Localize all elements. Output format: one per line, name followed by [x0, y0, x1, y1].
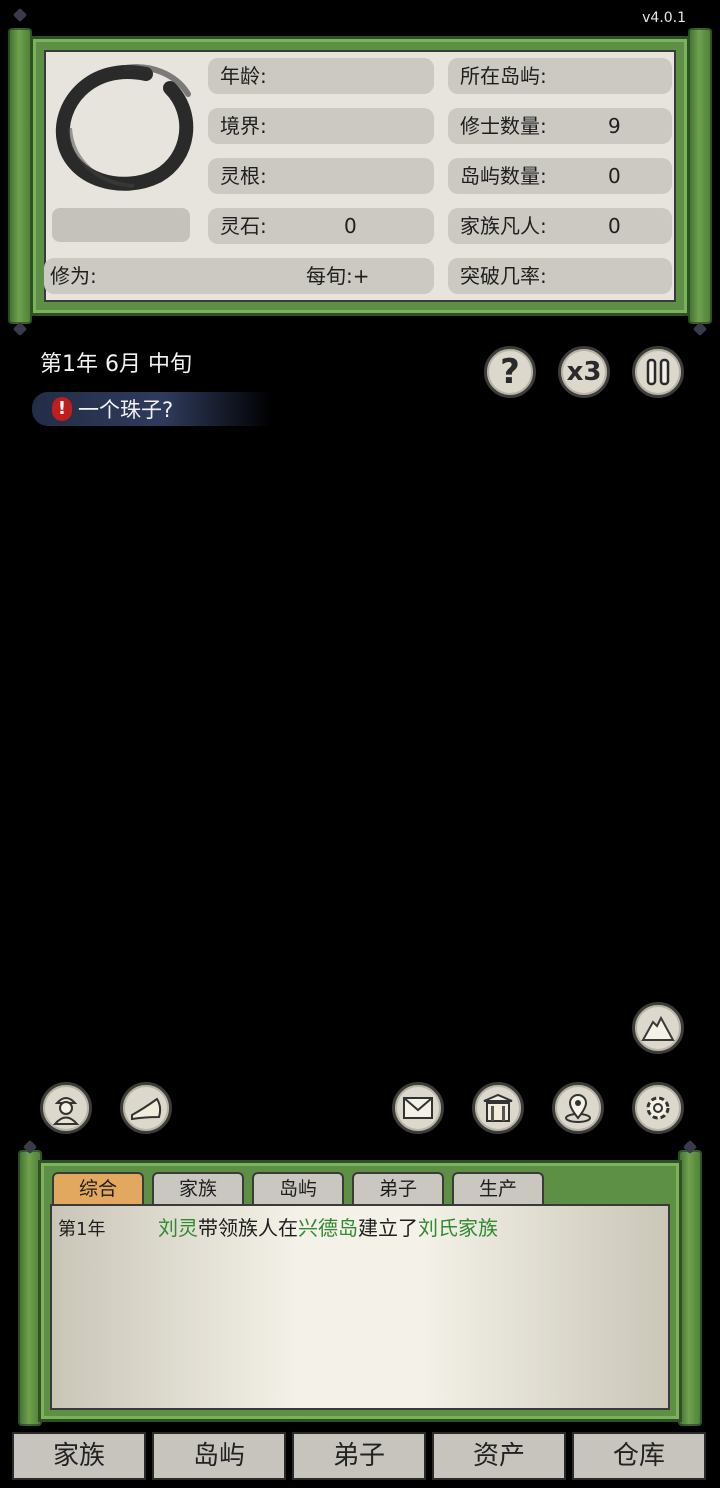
- rod-knob: [692, 321, 708, 337]
- scroll-rod-right: [688, 28, 712, 324]
- stat-spirit-stone-value: 0: [344, 214, 357, 238]
- pause-button[interactable]: [632, 346, 684, 398]
- stat-age: 年龄:: [208, 58, 434, 94]
- log-year: 第1年: [58, 1219, 106, 1240]
- horn-button[interactable]: [120, 1082, 172, 1134]
- avatar-ink-circle[interactable]: [50, 58, 196, 198]
- merchant-icon: [52, 1097, 80, 1125]
- question-icon: ?: [500, 352, 520, 392]
- mail-button[interactable]: [392, 1082, 444, 1134]
- nav-family[interactable]: 家族: [12, 1432, 146, 1480]
- stat-island: 所在岛屿:: [448, 58, 672, 94]
- mountain-icon: [641, 1015, 675, 1041]
- log-entry: 第1年 刘灵带领族人在兴德岛建立了刘氏家族: [58, 1212, 498, 1241]
- pause-icon: [646, 358, 670, 386]
- stat-realm-label: 境界:: [220, 114, 267, 138]
- stat-cultivators-value: 9: [608, 114, 621, 138]
- stat-breakthrough-label: 突破几率:: [460, 264, 547, 288]
- stat-age-label: 年龄:: [220, 64, 267, 88]
- shrine-icon: [483, 1093, 513, 1122]
- stat-island-count-value: 0: [608, 164, 621, 188]
- alert-icon: !: [52, 397, 72, 421]
- mountain-button[interactable]: [632, 1002, 684, 1054]
- log-family-name: 刘氏家族: [418, 1216, 498, 1240]
- stat-island-label: 所在岛屿:: [460, 64, 547, 88]
- settings-button[interactable]: [632, 1082, 684, 1134]
- tab-family[interactable]: 家族: [152, 1172, 244, 1204]
- stat-cultivation-label: 修为:: [50, 264, 97, 288]
- speed-button[interactable]: x3: [558, 346, 610, 398]
- rod-knob: [12, 321, 28, 337]
- mail-icon: [403, 1097, 433, 1119]
- stat-cultivation: 修为: 每旬:+: [44, 258, 434, 294]
- stat-spirit-root: 灵根:: [208, 158, 434, 194]
- speed-x3-icon: x3: [566, 357, 602, 387]
- log-text: 带领族人在: [198, 1216, 298, 1240]
- version-label: v4.0.1: [642, 10, 686, 26]
- map-button[interactable]: [552, 1082, 604, 1134]
- stat-cultivators-label: 修士数量:: [460, 114, 547, 138]
- horn-icon: [131, 1097, 162, 1121]
- stat-per-period: 每旬:+: [306, 264, 370, 288]
- stat-island-count: 岛屿数量: 0: [448, 158, 672, 194]
- game-date: 第1年 6月 中旬: [40, 352, 192, 377]
- tab-production[interactable]: 生产: [452, 1172, 544, 1204]
- tab-overview[interactable]: 综合: [52, 1172, 144, 1204]
- help-button[interactable]: ?: [484, 346, 536, 398]
- stat-breakthrough: 突破几率:: [448, 258, 672, 294]
- stat-spirit-stone-label: 灵石:: [220, 214, 267, 238]
- nav-warehouse[interactable]: 仓库: [572, 1432, 706, 1480]
- stat-mortals: 家族凡人: 0: [448, 208, 672, 244]
- event-log[interactable]: 第1年 刘灵带领族人在兴德岛建立了刘氏家族: [50, 1204, 670, 1410]
- stat-spirit-root-label: 灵根:: [220, 164, 267, 188]
- log-island-name: 兴德岛: [298, 1216, 358, 1240]
- rod-knob: [12, 7, 28, 23]
- map-pin-icon: [565, 1094, 591, 1123]
- stat-island-count-label: 岛屿数量:: [460, 164, 547, 188]
- stat-mortals-label: 家族凡人:: [460, 214, 547, 238]
- log-person-name: 刘灵: [158, 1216, 198, 1240]
- tab-islands[interactable]: 岛屿: [252, 1172, 344, 1204]
- stat-realm: 境界:: [208, 108, 434, 144]
- shrine-button[interactable]: [472, 1082, 524, 1134]
- log-text: 建立了: [358, 1216, 418, 1240]
- scroll-rod-left: [8, 28, 32, 324]
- stat-cultivators: 修士数量: 9: [448, 108, 672, 144]
- nav-disciples[interactable]: 弟子: [292, 1432, 426, 1480]
- event-notification[interactable]: ! 一个珠子?: [32, 392, 272, 426]
- tab-disciples[interactable]: 弟子: [352, 1172, 444, 1204]
- settings-gear-icon: [646, 1096, 670, 1120]
- event-title: 一个珠子?: [78, 398, 174, 422]
- name-slot: [52, 208, 190, 242]
- stat-mortals-value: 0: [608, 214, 621, 238]
- nav-islands[interactable]: 岛屿: [152, 1432, 286, 1480]
- merchant-button[interactable]: [40, 1082, 92, 1134]
- stat-spirit-stone: 灵石: 0: [208, 208, 434, 244]
- nav-assets[interactable]: 资产: [432, 1432, 566, 1480]
